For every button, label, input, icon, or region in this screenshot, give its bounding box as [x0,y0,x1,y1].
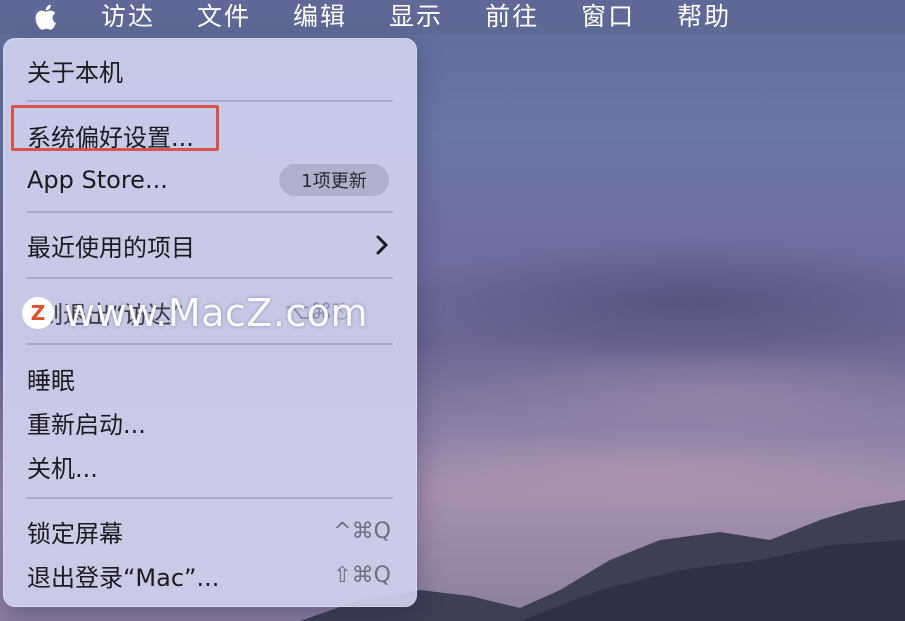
menu-window[interactable]: 窗口 [581,0,635,34]
menu-finder[interactable]: 访达 [101,0,155,34]
menu-view[interactable]: 显示 [389,0,443,34]
menu-separator [27,277,393,279]
apple-logo-icon[interactable] [24,0,66,34]
menu-item-recent-items[interactable]: 最近使用的项目 [27,227,195,263]
menu-go[interactable]: 前往 [485,0,539,34]
lock-screen-shortcut: ^⌘Q [333,518,391,544]
menu-separator [27,211,393,213]
menu-item-app-store[interactable]: App Store... [27,162,168,198]
watermark-logo-icon: Z [22,297,54,329]
menu-item-sleep[interactable]: 睡眠 [27,360,75,396]
menu-separator [27,100,393,102]
menu-item-restart[interactable]: 重新启动... [27,404,146,440]
update-badge: 1项更新 [279,164,389,196]
menu-help[interactable]: 帮助 [677,0,731,34]
desktop: 访达 文件 编辑 显示 前往 窗口 帮助 关于本机 系统偏好设置... App … [0,0,905,621]
menu-item-shutdown[interactable]: 关机... [27,448,98,484]
menu-item-lock-screen[interactable]: 锁定屏幕 [27,513,123,549]
menu-item-about[interactable]: 关于本机 [27,52,123,88]
menu-file[interactable]: 文件 [197,0,251,34]
menu-bar: 访达 文件 编辑 显示 前往 窗口 帮助 [0,0,905,34]
menu-separator [27,497,393,499]
watermark-text: www.MacZ.com [64,291,369,335]
watermark: Z www.MacZ.com [22,290,368,336]
menu-titles: 访达 文件 编辑 显示 前往 窗口 帮助 [101,0,773,34]
menu-separator [27,343,393,345]
log-out-shortcut: ⇧⌘Q [333,562,391,588]
menu-item-system-preferences[interactable]: 系统偏好设置... [27,117,194,153]
menu-item-log-out[interactable]: 退出登录“Mac”... [27,557,219,593]
chevron-right-icon [376,235,388,255]
menu-edit[interactable]: 编辑 [293,0,347,34]
